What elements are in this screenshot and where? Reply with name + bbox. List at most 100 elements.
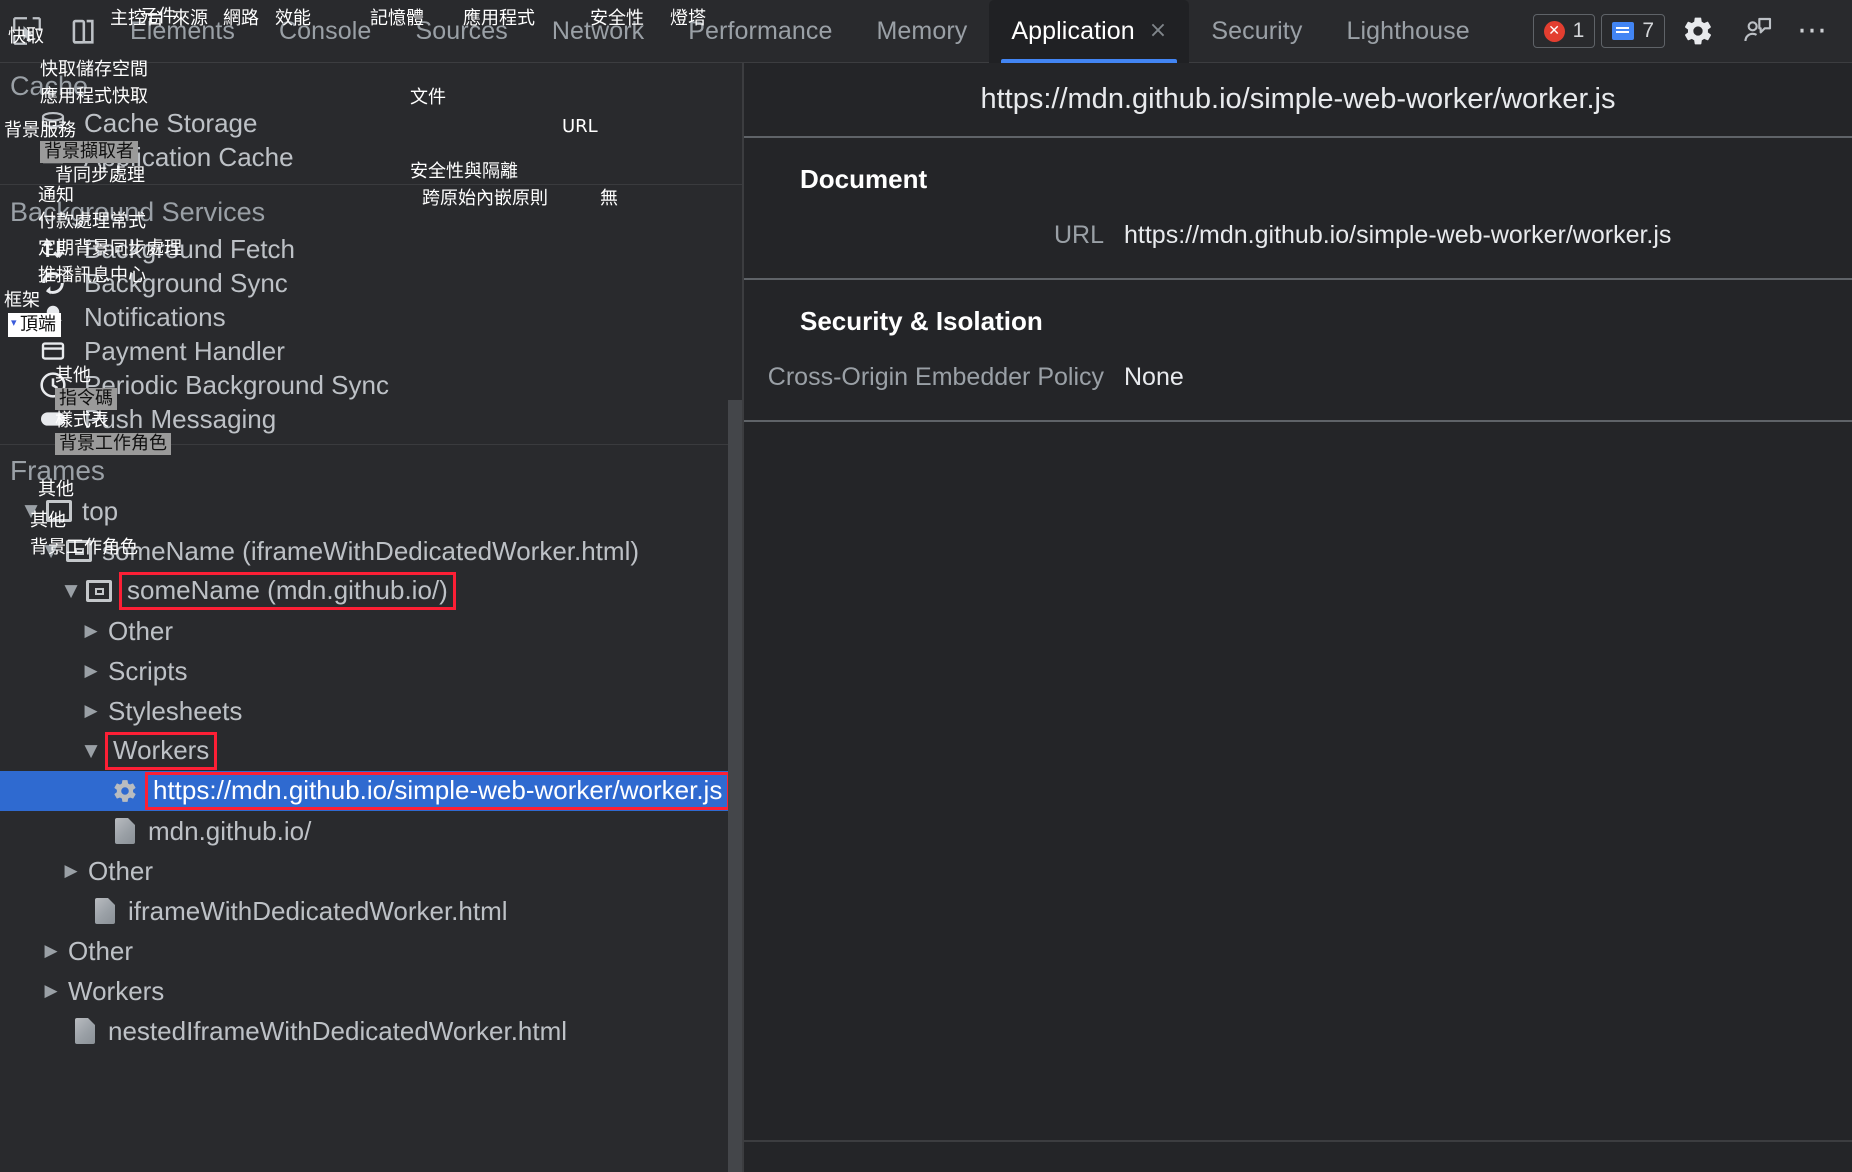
tree-row-label: mdn.github.io/: [148, 815, 312, 846]
tab-sources[interactable]: Sources: [393, 0, 529, 63]
sidebar-item-push-messaging[interactable]: Push Messaging: [0, 402, 742, 436]
gear-icon: [108, 778, 142, 804]
tree-row[interactable]: nestedIframeWithDedicatedWorker.html: [0, 1011, 742, 1051]
tab-label: Memory: [876, 16, 968, 45]
tab-lighthouse[interactable]: Lighthouse: [1324, 0, 1491, 63]
sidebar-item-cache-storage[interactable]: Cache Storage: [0, 106, 742, 140]
feedback-person-icon[interactable]: [1731, 4, 1785, 58]
detail-empty-space: [744, 422, 1852, 1140]
sidebar-item-application-cache[interactable]: Application Cache: [0, 140, 742, 174]
chevron-right-icon[interactable]: [80, 621, 102, 641]
sidebar-item-periodic-background-sync[interactable]: Periodic Background Sync: [0, 368, 742, 402]
doc-icon: [108, 818, 142, 844]
sidebar-group-background-services: Background Services: [10, 197, 266, 227]
tree-row-label: Workers: [68, 975, 165, 1006]
frame-icon: [42, 500, 76, 522]
message-count: 7: [1642, 19, 1654, 42]
tab-network[interactable]: Network: [530, 0, 666, 63]
detail-row-value[interactable]: https://mdn.github.io/simple-web-worker/…: [1124, 221, 1671, 250]
frame-details-panel: https://mdn.github.io/simple-web-worker/…: [744, 63, 1852, 1172]
message-counter[interactable]: 7: [1601, 14, 1665, 48]
application-cache-icon: [34, 142, 72, 172]
tree-row-label: Workers: [104, 732, 218, 770]
tree-row[interactable]: Workers: [0, 971, 742, 1011]
chevron-right-icon[interactable]: [40, 941, 62, 961]
sidebar-item-label: Payment Handler: [84, 335, 285, 366]
tab-label: Application: [1011, 16, 1135, 45]
chevron-right-icon[interactable]: [80, 701, 102, 721]
sidebar-divider: [0, 184, 742, 185]
sidebar-item-background-fetch[interactable]: Background Fetch: [0, 232, 742, 266]
tab-security[interactable]: Security: [1189, 0, 1324, 63]
detail-row: URL https://mdn.github.io/simple-web-wor…: [744, 221, 1852, 250]
tree-row-label: nestedIframeWithDedicatedWorker.html: [108, 1015, 568, 1046]
chevron-right-icon[interactable]: [60, 861, 82, 881]
bell-icon: [34, 302, 72, 332]
toolbar-right-actions: ✕ 1 7 ⋯: [1532, 4, 1852, 58]
tab-application[interactable]: Application ×: [989, 0, 1190, 63]
sidebar-item-background-sync[interactable]: Background Sync: [0, 266, 742, 300]
detail-header-url: https://mdn.github.io/simple-web-worker/…: [980, 83, 1616, 115]
chevron-down-icon[interactable]: [60, 581, 82, 601]
three-dots-icon[interactable]: ⋯: [1791, 16, 1836, 46]
tree-row[interactable]: mdn.github.io/: [0, 811, 742, 851]
tree-row[interactable]: Other: [0, 851, 742, 891]
sidebar-scrollbar[interactable]: [728, 400, 742, 1172]
tree-row-label: Other: [108, 615, 174, 646]
close-icon[interactable]: ×: [1149, 20, 1168, 42]
detail-row-key: URL: [1053, 221, 1104, 249]
chevron-down-icon[interactable]: [40, 541, 62, 561]
tree-row[interactable]: someName (mdn.github.io/): [0, 571, 742, 611]
tree-row-label: Scripts: [108, 655, 188, 686]
error-counter[interactable]: ✕ 1: [1532, 14, 1596, 48]
tab-label: Elements: [130, 16, 236, 45]
tab-label: Security: [1211, 16, 1303, 45]
chevron-down-icon[interactable]: [20, 501, 42, 521]
document-section: Document URL https://mdn.github.io/simpl…: [744, 138, 1852, 280]
tab-elements[interactable]: Elements: [108, 0, 257, 63]
tab-memory[interactable]: Memory: [854, 0, 989, 63]
sidebar-item-notifications[interactable]: Notifications: [0, 300, 742, 334]
chevron-down-icon[interactable]: [80, 741, 102, 761]
detail-footer-divider: [744, 1140, 1852, 1142]
sidebar-group-cache: Cache: [10, 71, 89, 101]
sidebar-item-label: Cache Storage: [84, 107, 258, 138]
sidebar-item-label: Background Fetch: [84, 233, 296, 264]
error-count: 1: [1572, 19, 1585, 42]
tree-row[interactable]: Other: [0, 611, 742, 651]
tab-console[interactable]: Console: [257, 0, 393, 63]
payment-handler-icon: [34, 336, 72, 366]
chevron-right-icon[interactable]: [40, 981, 62, 1001]
tree-row-label: Stylesheets: [108, 695, 243, 726]
error-icon: ✕: [1543, 20, 1565, 42]
tab-label: Lighthouse: [1346, 16, 1470, 45]
detail-row: Cross-Origin Embedder Policy None: [744, 363, 1852, 392]
background-sync-icon: [34, 267, 72, 299]
device-toolbar-icon[interactable]: [54, 4, 108, 58]
tree-row[interactable]: Workers: [0, 731, 742, 771]
tree-row[interactable]: Stylesheets: [0, 691, 742, 731]
message-icon: [1612, 22, 1635, 40]
sidebar-item-label: Background Sync: [84, 267, 288, 298]
sidebar-item-payment-handler[interactable]: Payment Handler: [0, 334, 742, 368]
tree-row[interactable]: Other: [0, 931, 742, 971]
chevron-right-icon[interactable]: [80, 661, 102, 681]
tree-row-label: Other: [88, 855, 154, 886]
tree-row[interactable]: iframeWithDedicatedWorker.html: [0, 891, 742, 931]
tree-row[interactable]: top: [0, 491, 742, 531]
sidebar-group-frames: Frames: [10, 455, 105, 486]
sidebar-item-label: Notifications: [84, 301, 226, 332]
section-title: Security & Isolation: [800, 306, 1043, 336]
tree-row-label: top: [82, 495, 119, 526]
push-messaging-icon: [34, 406, 72, 432]
tab-performance[interactable]: Performance: [666, 0, 854, 63]
security-isolation-section: Security & Isolation Cross-Origin Embedd…: [744, 280, 1852, 422]
tree-row[interactable]: Scripts: [0, 651, 742, 691]
gear-icon[interactable]: [1671, 4, 1725, 58]
tree-row[interactable]: someName (iframeWithDedicatedWorker.html…: [0, 531, 742, 571]
tree-row-selected[interactable]: https://mdn.github.io/simple-web-worker/…: [0, 771, 742, 811]
detail-row-key: Cross-Origin Embedder Policy: [767, 363, 1104, 391]
application-sidebar: Cache Cache Storage Application Cache Ba…: [0, 63, 742, 1172]
inspect-cursor-icon[interactable]: [0, 4, 54, 58]
sidebar-item-label: Application Cache: [84, 141, 294, 172]
